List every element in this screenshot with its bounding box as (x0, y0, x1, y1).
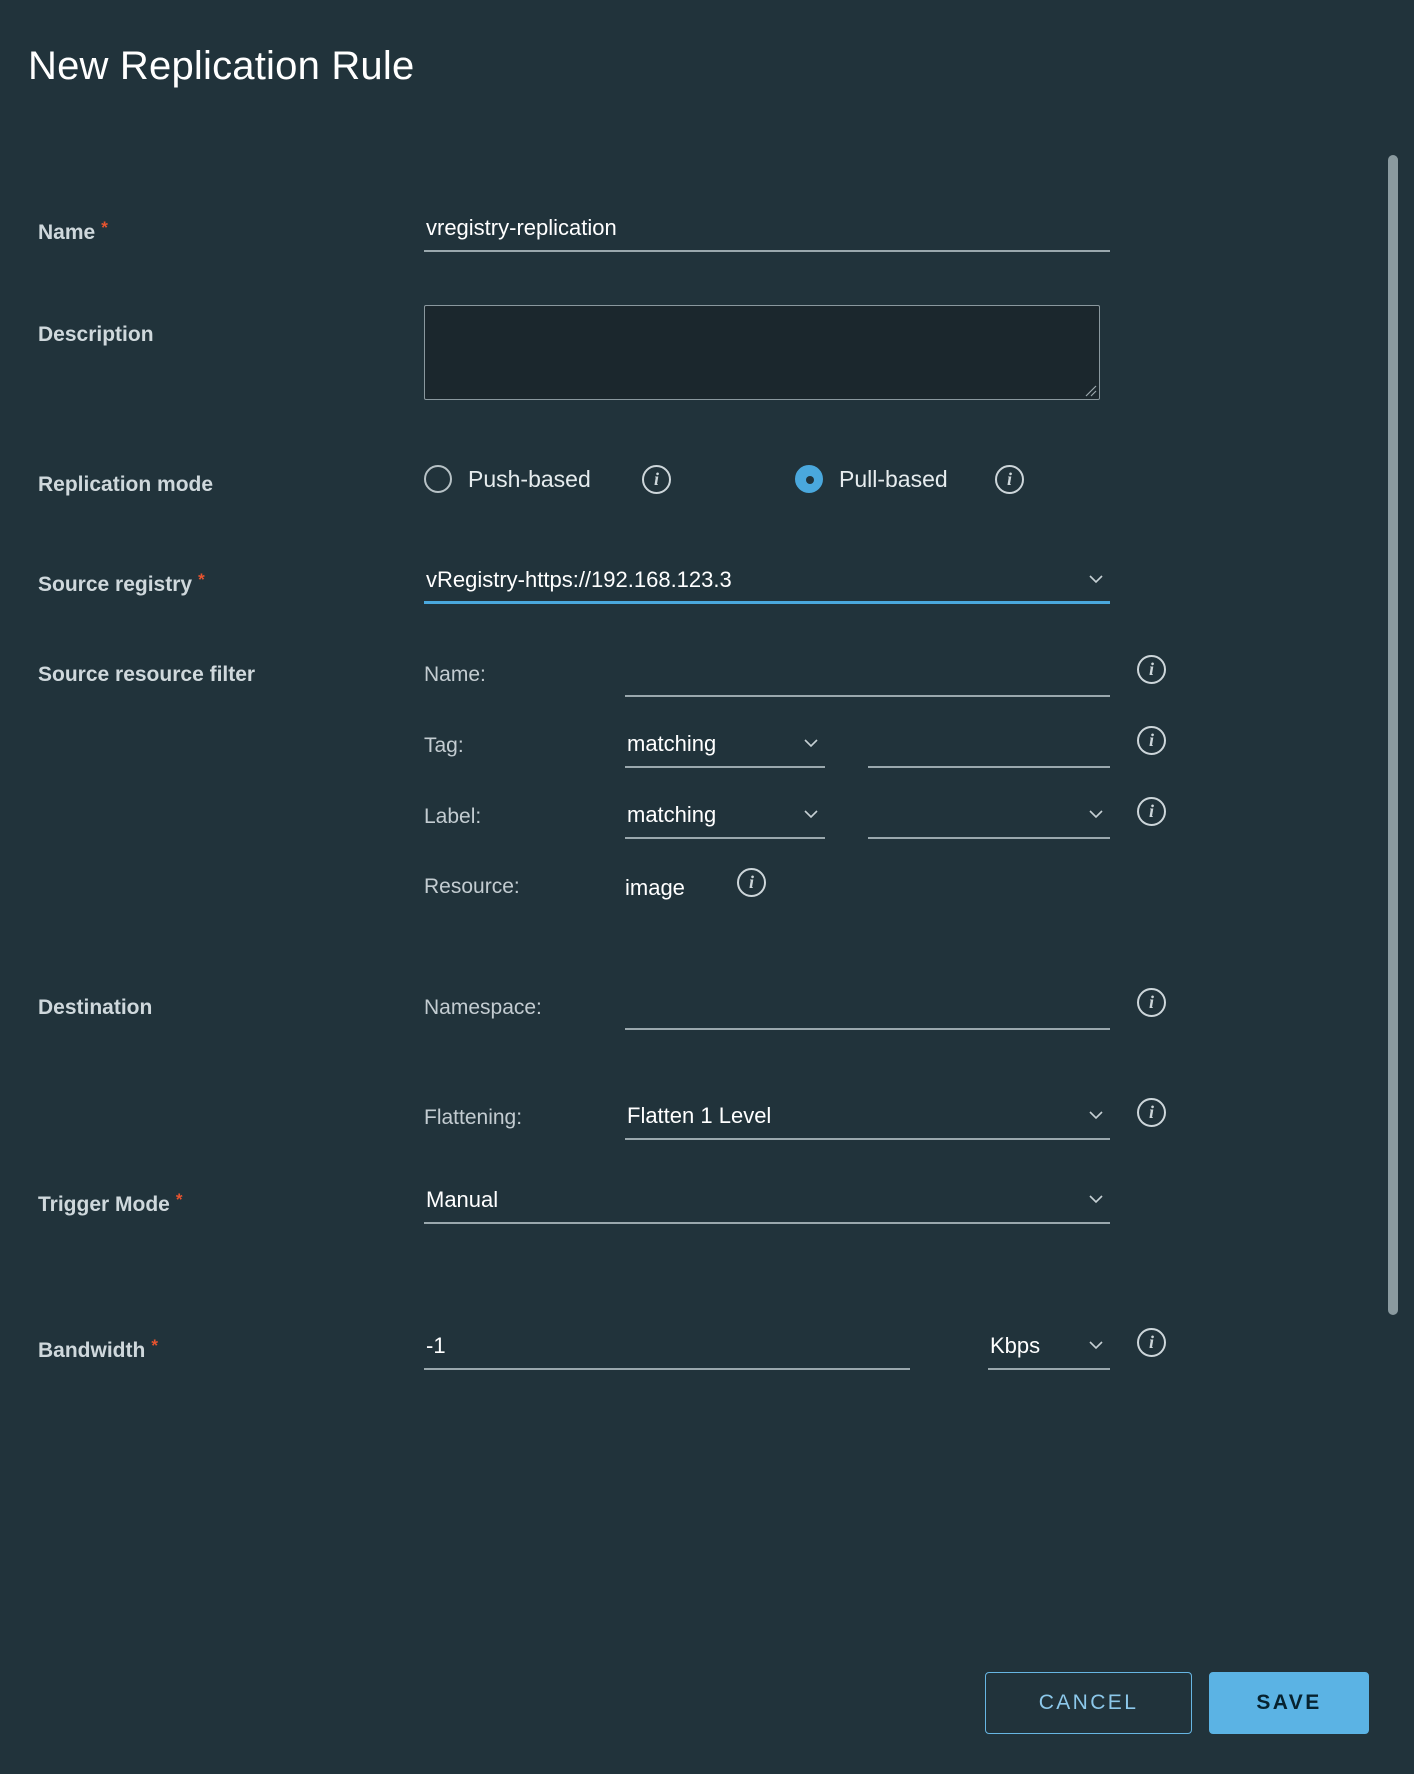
radio-push-based[interactable]: Push-based (424, 465, 591, 493)
description-label: Description (38, 323, 154, 346)
filter-tag-label: Tag: (424, 734, 464, 757)
chevron-down-icon[interactable] (1086, 1105, 1106, 1125)
radio-pull-based-label: Pull-based (839, 465, 948, 492)
name-label: Name * (38, 218, 108, 244)
info-icon-bandwidth[interactable]: i (1137, 1328, 1166, 1357)
source-registry-value: vRegistry-https://192.168.123.3 (426, 567, 732, 592)
filter-label-mode-select[interactable]: matching (625, 797, 825, 839)
filter-name-input[interactable] (625, 655, 1110, 697)
chevron-down-icon[interactable] (1086, 1335, 1106, 1355)
chevron-down-icon[interactable] (801, 804, 821, 824)
name-input[interactable]: vregistry-replication (424, 210, 1110, 252)
scrollbar-thumb[interactable] (1388, 155, 1398, 1315)
trigger-mode-select[interactable]: Manual (424, 1182, 1110, 1224)
description-textarea[interactable] (424, 305, 1100, 400)
bandwidth-label: Bandwidth * (38, 1336, 158, 1362)
bandwidth-value: -1 (426, 1333, 446, 1358)
required-marker: * (101, 218, 108, 237)
info-icon-filter-tag[interactable]: i (1137, 726, 1166, 755)
radio-pull-based[interactable]: Pull-based (795, 465, 948, 493)
source-registry-select[interactable]: vRegistry-https://192.168.123.3 (424, 562, 1110, 604)
filter-name-label: Name: (424, 663, 486, 686)
filter-tag-mode-select[interactable]: matching (625, 726, 825, 768)
resize-grip-icon[interactable] (1081, 381, 1097, 397)
required-marker: * (175, 1190, 183, 1209)
destination-flattening-select[interactable]: Flatten 1 Level (625, 1098, 1110, 1140)
destination-label: Destination (38, 996, 153, 1019)
filter-label-label: Label: (424, 805, 482, 828)
info-icon-filter-label[interactable]: i (1137, 797, 1166, 826)
cancel-button[interactable]: CANCEL (985, 1672, 1192, 1734)
radio-push-based-control[interactable] (424, 465, 452, 493)
radio-push-based-label: Push-based (468, 465, 591, 492)
trigger-mode-value: Manual (426, 1187, 499, 1212)
bandwidth-unit-select[interactable]: Kbps (988, 1328, 1110, 1370)
info-icon-destination-flattening[interactable]: i (1137, 1098, 1166, 1127)
replication-mode-label: Replication mode (38, 473, 214, 496)
required-marker: * (198, 570, 205, 589)
bandwidth-input[interactable]: -1 (424, 1328, 910, 1370)
destination-flattening-label: Flattening: (424, 1106, 523, 1129)
destination-namespace-label: Namespace: (424, 996, 542, 1019)
info-icon-push-based[interactable]: i (642, 465, 671, 494)
bandwidth-unit-value: Kbps (990, 1333, 1041, 1358)
info-icon-destination-namespace[interactable]: i (1137, 988, 1166, 1017)
filter-resource-value: image (625, 875, 685, 900)
info-icon-pull-based[interactable]: i (995, 465, 1024, 494)
chevron-down-icon[interactable] (801, 733, 821, 753)
chevron-down-icon[interactable] (1086, 804, 1106, 824)
source-registry-label: Source registry * (38, 570, 205, 596)
filter-label-mode-value: matching (627, 802, 717, 827)
required-marker: * (151, 1336, 158, 1355)
filter-resource-label: Resource: (424, 875, 520, 898)
name-input-value: vregistry-replication (426, 215, 617, 240)
save-button[interactable]: SAVE (1209, 1672, 1369, 1734)
filter-tag-input[interactable] (868, 726, 1110, 768)
source-resource-filter-label: Source resource filter (38, 663, 256, 686)
filter-label-select[interactable] (868, 797, 1110, 839)
destination-namespace-input[interactable] (625, 988, 1110, 1030)
info-icon-filter-resource[interactable]: i (737, 868, 766, 897)
info-icon-filter-name[interactable]: i (1137, 655, 1166, 684)
filter-tag-mode-value: matching (627, 731, 717, 756)
radio-pull-based-control[interactable] (795, 465, 823, 493)
trigger-mode-label: Trigger Mode * (38, 1190, 183, 1216)
replication-rule-form: Name * vregistry-replication Description … (0, 150, 1360, 1480)
chevron-down-icon[interactable] (1086, 569, 1106, 589)
destination-flattening-value: Flatten 1 Level (627, 1103, 772, 1128)
chevron-down-icon[interactable] (1086, 1189, 1106, 1209)
page-title: New Replication Rule (28, 44, 415, 88)
